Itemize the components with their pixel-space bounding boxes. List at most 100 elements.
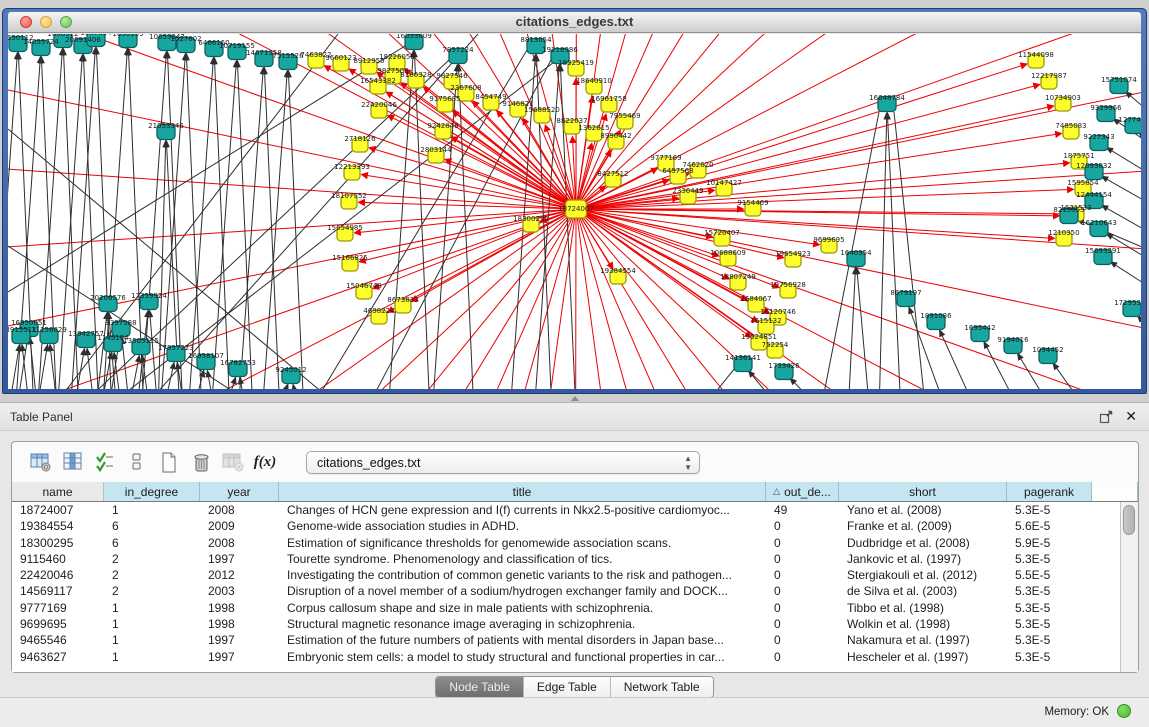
minimize-traffic-light-icon[interactable] (40, 16, 52, 28)
table-cell: 2 (104, 583, 200, 599)
table-cell: 5.6E-5 (1007, 518, 1092, 534)
window-titlebar[interactable]: citations_edges.txt (8, 12, 1141, 33)
tab-network-table[interactable]: Network Table (611, 677, 713, 697)
table-cell: de Silva et al. (2003) (839, 583, 1007, 599)
table-toolbar: f(x) citations_edges.txt▲▼ (12, 442, 1138, 482)
graph-node-label: 1094452 (1032, 346, 1063, 354)
table-cell: 9463627 (12, 649, 104, 665)
graph-node-label: 16120746 (760, 308, 796, 316)
graph-node-label: 15693291 (1085, 247, 1121, 255)
table-cell: Jankovic et al. (1997) (839, 551, 1007, 567)
delete-column-icon[interactable] (188, 449, 214, 475)
table-selector-dropdown[interactable]: citations_edges.txt▲▼ (306, 451, 700, 474)
table-cell: 0 (766, 551, 839, 567)
table-cell: 1 (104, 649, 200, 665)
graph-node-label: 15751074 (1101, 76, 1137, 84)
graph-node-label: 17295313 (1114, 299, 1141, 307)
table-cell: 0 (766, 649, 839, 665)
table-cell: 18724007 (12, 502, 104, 518)
graph-node-label: 18300295 (513, 215, 549, 223)
table-cell: 1997 (200, 649, 279, 665)
panel-splitter[interactable] (0, 394, 1149, 402)
show-columns-icon[interactable] (60, 449, 86, 475)
column-header-short[interactable]: short (839, 482, 1007, 501)
table-cell: 9699695 (12, 616, 104, 632)
column-header-year[interactable]: year (200, 482, 279, 501)
graph-node-label: 19218986 (542, 46, 578, 54)
vertical-scrollbar[interactable] (1120, 502, 1138, 672)
table-cell: 1998 (200, 616, 279, 632)
delete-table-icon[interactable] (220, 449, 246, 475)
graph-node-label: 12217987 (1031, 72, 1067, 80)
table-cell: 5.3E-5 (1007, 502, 1092, 518)
splitter-grip-icon[interactable] (571, 396, 579, 401)
sort-ascending-icon: △ (773, 486, 780, 497)
table-mode-icon[interactable] (28, 449, 54, 475)
table-cell: 2012 (200, 567, 279, 583)
graph-node-label: 8813054 (520, 36, 552, 44)
graph-node-label: 7955469 (609, 112, 640, 120)
tab-edge-table[interactable]: Edge Table (524, 677, 611, 697)
tab-node-table[interactable]: Node Table (436, 677, 524, 697)
table-row[interactable]: 969969511998Structural magnetic resonanc… (12, 616, 1120, 632)
graph-node-label: 2367608 (450, 84, 481, 92)
graph-node-label: 2803144 (420, 146, 452, 154)
table-row[interactable]: 1938455462009Genome-wide association stu… (12, 518, 1120, 534)
table-tab-bar: Node TableEdge TableNetwork Table (0, 676, 1149, 698)
table-header-row: namein_degreeyeartitle△out_de...shortpag… (12, 482, 1138, 502)
table-row[interactable]: 946554611997Estimation of the future num… (12, 632, 1120, 648)
column-header-in-degree[interactable]: in_degree (104, 482, 200, 501)
float-panel-icon[interactable] (1099, 410, 1113, 424)
table-cell: Stergiakouli et al. (2012) (839, 567, 1007, 583)
graph-node-label: 2684067 (740, 295, 771, 303)
graph-node-label: 2336449 (672, 187, 703, 195)
graph-node-label: 18807249 (720, 273, 756, 281)
table-cell: 2 (104, 551, 200, 567)
column-header-name[interactable]: name (12, 482, 104, 501)
select-columns-icon[interactable] (92, 449, 118, 475)
scrollbar-thumb[interactable] (1123, 505, 1135, 535)
table-cell: 2008 (200, 535, 279, 551)
graph-node-label: 18325419 (558, 59, 594, 67)
table-row[interactable]: 977716911998Corpus callosum shape and si… (12, 600, 1120, 616)
graph-node-label: 21053346 (148, 122, 184, 130)
function-builder-icon[interactable]: f(x) (252, 449, 278, 475)
new-column-icon[interactable] (156, 449, 182, 475)
table-row[interactable]: 946362711997Embryonic stem cells: a mode… (12, 649, 1120, 665)
graph-node-label: 9245012 (275, 366, 306, 374)
column-header-pagerank[interactable]: pagerank (1007, 482, 1092, 501)
graph-node-label: 7515526 (272, 52, 304, 60)
column-header-out-de-[interactable]: △out_de... (766, 482, 839, 501)
table-cell: 9777169 (12, 600, 104, 616)
graph-node-label: 1595854 (1067, 179, 1099, 187)
table-cell: Genome-wide association studies in ADHD. (279, 518, 766, 534)
close-traffic-light-icon[interactable] (20, 16, 32, 28)
table-cell: 5.3E-5 (1007, 600, 1092, 616)
table-row[interactable]: 911546021997Tourette syndrome. Phenomeno… (12, 551, 1120, 567)
table-row[interactable]: 1830029562008Estimation of significance … (12, 535, 1120, 551)
column-header-title[interactable]: title (279, 482, 766, 501)
table-panel: Table Panel ✕ f(x)citations_edges.txt▲▼ … (0, 402, 1149, 697)
table-cell: 1998 (200, 600, 279, 616)
graph-node-label: 12093832 (1076, 162, 1112, 170)
graph-node-label: 9175685 (429, 95, 460, 103)
table-cell: 0 (766, 535, 839, 551)
zoom-traffic-light-icon[interactable] (60, 16, 72, 28)
table-cell: Corpus callosum shape and size in male p… (279, 600, 766, 616)
table-cell: 2009 (200, 518, 279, 534)
row-options-icon[interactable] (124, 449, 150, 475)
table-cell: Estimation of the future numbers of pati… (279, 632, 766, 648)
table-row[interactable]: 1456911722003Disruption of a novel membe… (12, 583, 1120, 599)
table-row[interactable]: 1872400712008Changes of HCN gene express… (12, 502, 1120, 518)
table-cell: 0 (766, 600, 839, 616)
table-cell: 1997 (200, 551, 279, 567)
close-panel-icon[interactable]: ✕ (1125, 408, 1137, 425)
graph-node-label: 16210643 (1081, 219, 1117, 227)
graph-node-label: 1875751 (1063, 152, 1094, 160)
network-canvas[interactable]: 9660123891295518226058982750816543382818… (8, 33, 1141, 389)
graph-node-label: 16958107 (188, 352, 224, 360)
table-row[interactable]: 2242004622012Investigating the contribut… (12, 567, 1120, 583)
table-cell: Wolkin et al. (1998) (839, 616, 1007, 632)
table-cell: 6 (104, 535, 200, 551)
graph-node-label: 14055724 (23, 38, 59, 46)
